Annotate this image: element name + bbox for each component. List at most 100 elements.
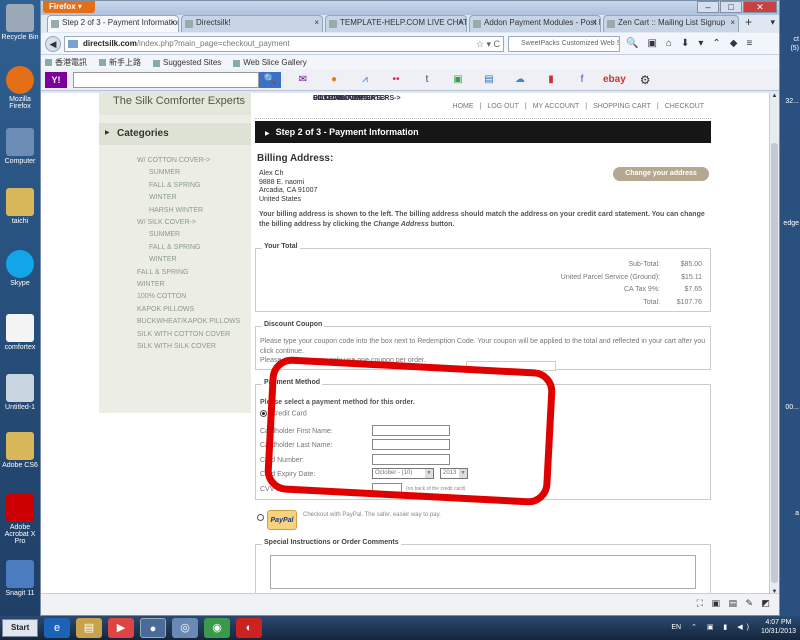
category-item[interactable]: SILK WITH SILK COVER	[115, 341, 251, 353]
address-bar[interactable]: directsilk.com/index.php?main_page=check…	[64, 35, 504, 52]
close-tab-icon[interactable]: ×	[592, 18, 597, 27]
top-link[interactable]: SHOPPING CART	[593, 103, 651, 110]
close-tab-icon[interactable]: ×	[314, 18, 319, 27]
tab-template-help[interactable]: TEMPLATE-HELP.COM LIVE CHAT ×	[325, 15, 467, 32]
ie-icon[interactable]: e	[44, 618, 70, 638]
tab-directsilk[interactable]: Directsilk! ×	[181, 15, 323, 32]
scroll-up-icon[interactable]: ▲	[770, 93, 779, 99]
explorer-icon[interactable]: ▤	[76, 618, 102, 638]
vertical-scrollbar[interactable]: ▲ ▼	[769, 93, 779, 595]
paypal-radio[interactable]	[257, 514, 264, 521]
language-indicator[interactable]: EN	[671, 624, 681, 631]
close-window-button[interactable]: ✕	[743, 1, 777, 13]
scrollbar-thumb[interactable]	[771, 143, 778, 583]
top-link[interactable]: LOG OUT	[487, 103, 519, 110]
answers-icon[interactable]: ▣	[448, 73, 468, 87]
site-identity-icon[interactable]	[68, 39, 78, 48]
category-item[interactable]: SUMMER	[115, 229, 251, 241]
sports-icon[interactable]: ●	[324, 73, 344, 87]
notification-icon[interactable]: ⌃	[712, 38, 720, 49]
desktop-icon-recycle-bin[interactable]: Recycle Bin	[0, 4, 40, 41]
bookmark-web-slice-gallery[interactable]: Web Slice Gallery	[233, 58, 307, 67]
tray-icons[interactable]: ⌃ ▣ ▮ ◀)	[691, 623, 753, 631]
media-player-icon[interactable]: ▶	[108, 618, 134, 638]
home-icon[interactable]: ⌂	[666, 38, 672, 49]
addon-tools-icon[interactable]: ⛶ ▣ ▤ ✎ ◩	[697, 598, 773, 609]
maximize-button[interactable]: □	[720, 1, 742, 13]
category-item[interactable]: FALL & SPRING	[115, 180, 251, 192]
bookmarks-menu-icon[interactable]: ▣	[647, 38, 656, 49]
chat-app-icon[interactable]: ◐	[236, 618, 262, 638]
network-app-icon[interactable]: ◎	[172, 618, 198, 638]
cardholder-first-name-input[interactable]	[372, 424, 450, 436]
downloads-icon[interactable]: ⬇	[681, 38, 689, 49]
paypal-option[interactable]: PayPal Checkout with PayPal. The safer, …	[255, 508, 711, 536]
back-button[interactable]: ◀	[45, 35, 61, 52]
category-item[interactable]: SUMMER	[115, 167, 251, 179]
bookmark-suggested-sites[interactable]: Suggested Sites	[153, 58, 221, 67]
category-item[interactable]: SILK WITH COTTON COVER	[115, 329, 251, 341]
top-link[interactable]: MY ACCOUNT	[533, 103, 580, 110]
category-item[interactable]: HARSH WINTER	[115, 205, 251, 217]
desktop-icon-taichi[interactable]: taichi	[0, 188, 40, 225]
category-item[interactable]: 100% COTTON	[115, 291, 251, 303]
yahoo-search-button[interactable]: 🔍	[259, 71, 281, 88]
cardholder-last-name-input[interactable]	[372, 439, 450, 450]
tumblr-icon[interactable]: t	[417, 73, 437, 87]
desktop-icon-adobe-cs6[interactable]: Adobe CS6	[0, 432, 40, 469]
category-item[interactable]: W/ COTTON COVER->	[115, 155, 251, 167]
gear-icon[interactable]: ⚙	[640, 73, 651, 87]
desktop-icon-acrobat[interactable]: Adobe Acrobat X Pro	[0, 494, 40, 545]
firefox-menu-button[interactable]: Firefox ▾	[43, 1, 95, 13]
tab-list-icon[interactable]: ▾	[770, 17, 775, 28]
credit-card-radio[interactable]	[260, 410, 267, 417]
tab-payment-information[interactable]: Step 2 of 3 - Payment Information : ...×	[47, 15, 179, 32]
category-item[interactable]: WINTER	[115, 279, 251, 291]
category-item[interactable]: KAPOK PILLOWS	[115, 304, 251, 316]
category-item[interactable]: BUCKWHEAT/KAPOK PILLOWS	[115, 316, 251, 328]
desktop-icon-snagit[interactable]: Snagit 11	[0, 560, 40, 597]
top-link[interactable]: HOME	[453, 103, 474, 110]
news-icon[interactable]: ▤	[479, 73, 499, 87]
close-tab-icon[interactable]: ×	[730, 18, 735, 27]
desktop-icon-computer[interactable]: Computer	[0, 128, 40, 165]
bookmark-ribbon-icon[interactable]: ▮	[541, 73, 561, 87]
category-item[interactable]: FALL & SPRING	[115, 242, 251, 254]
card-number-input[interactable]	[372, 453, 450, 465]
credit-card-option[interactable]: Credit Card	[260, 410, 706, 425]
order-comments-textarea[interactable]	[270, 555, 696, 589]
menu-icon[interactable]: ≡	[746, 38, 752, 49]
category-item[interactable]: FALL & SPRING	[115, 267, 251, 279]
bookmark-getting-started[interactable]: 新手上路	[99, 57, 141, 68]
yahoo-logo[interactable]: Y!	[45, 71, 67, 88]
redemption-code-input[interactable]	[466, 361, 556, 371]
close-tab-icon[interactable]: ×	[170, 18, 175, 27]
expiry-year-select[interactable]: 2013	[440, 468, 468, 479]
desktop-icon-comfortex[interactable]: comfortex	[0, 314, 40, 351]
tab-addon-payment[interactable]: Addon Payment Modules - Post New ...×	[469, 15, 601, 32]
url-controls-icon[interactable]: ☆ ▾ C	[476, 37, 500, 51]
tab-zen-cart[interactable]: Zen Cart :: Mailing List Signup ×	[603, 15, 739, 32]
finance-icon[interactable]: ⩘	[355, 73, 375, 87]
clock[interactable]: 4:07 PM 10/31/2013	[761, 618, 796, 636]
addons-icon[interactable]: ◆	[730, 38, 738, 49]
start-button[interactable]: Start	[2, 619, 38, 637]
bookmark-hkt[interactable]: 香港電訊	[45, 57, 87, 68]
top-link[interactable]: CHECKOUT	[665, 103, 704, 110]
category-item[interactable]: WINTER	[115, 192, 251, 204]
sync-icon[interactable]: ▾	[698, 38, 703, 49]
yahoo-search-input[interactable]	[73, 71, 259, 88]
cvv-input[interactable]	[372, 482, 402, 494]
search-bar[interactable]: SweetPacks Customized Web S	[508, 35, 620, 52]
minimize-button[interactable]: –	[697, 1, 719, 13]
desktop-icon-firefox[interactable]: Mozilla Firefox	[0, 66, 40, 110]
ebay-link[interactable]: ebay	[603, 74, 626, 85]
category-item[interactable]: W/ SILK COVER->	[115, 217, 251, 229]
new-tab-button[interactable]: +	[741, 15, 756, 33]
facebook-icon[interactable]: f	[572, 73, 592, 87]
weather-icon[interactable]: ☁	[510, 73, 530, 87]
category-item[interactable]: WINTER	[115, 254, 251, 266]
mail-icon[interactable]: ✉	[293, 73, 313, 87]
search-go-icon[interactable]: 🔍	[626, 38, 638, 49]
change-address-button[interactable]: Change your address	[613, 167, 709, 181]
